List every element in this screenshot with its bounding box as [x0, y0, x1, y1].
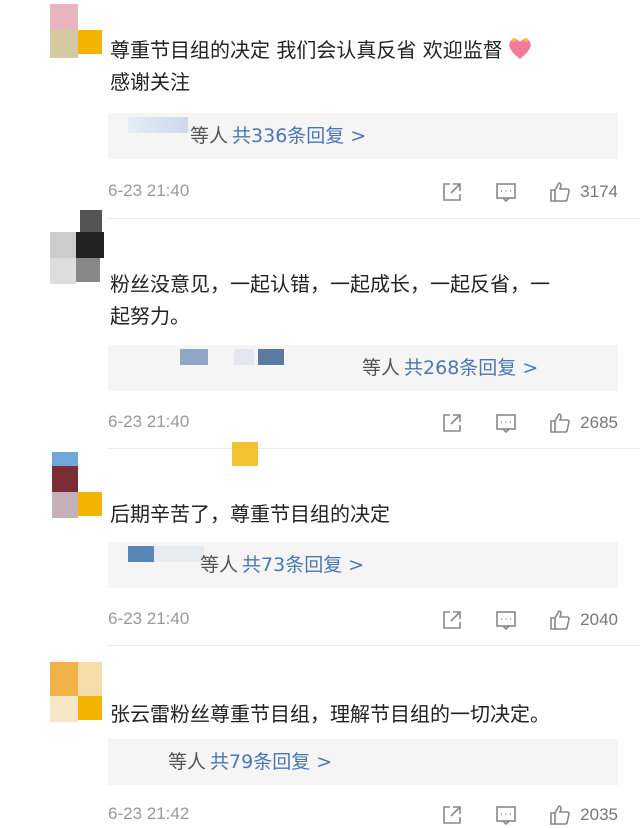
avatar[interactable]	[50, 4, 104, 58]
comment-text: 粉丝没意见，一起认错，一起成长，一起反省，一 起努力。	[110, 272, 550, 328]
decoration	[232, 442, 258, 466]
reply-summary[interactable]: 等人 共268条回复 >	[108, 345, 618, 391]
reply-count-link[interactable]: 共268条回复 >	[404, 357, 538, 379]
verified-badge-icon	[78, 30, 102, 54]
timestamp: 6-23 21:40	[108, 181, 190, 200]
reply-summary[interactable]: 等人 共79条回复 >	[108, 739, 618, 785]
comment-meta: 6-23 21:40 2040	[108, 607, 618, 633]
comment-icon[interactable]	[494, 608, 518, 632]
comment-text: 后期辛苦了，尊重节目组的决定	[110, 502, 390, 526]
timestamp: 6-23 21:40	[108, 609, 190, 628]
like-icon[interactable]	[548, 411, 572, 435]
divider	[108, 218, 640, 219]
comment-text: 尊重节目组的决定 我们会认真反省 欢迎监督 感谢关注	[110, 34, 622, 98]
like-count: 3174	[580, 182, 618, 201]
verified-badge-icon	[78, 696, 102, 720]
like-count: 2035	[580, 805, 618, 824]
reply-count-link[interactable]: 共73条回复 >	[242, 554, 364, 576]
share-icon[interactable]	[440, 180, 464, 204]
like-icon[interactable]	[548, 608, 572, 632]
comment-icon[interactable]	[494, 180, 518, 204]
avatar[interactable]	[50, 662, 104, 722]
share-icon[interactable]	[440, 608, 464, 632]
like-count: 2040	[580, 610, 618, 629]
reply-summary[interactable]: 等人 共73条回复 >	[108, 542, 618, 588]
like-count: 2685	[580, 413, 618, 432]
timestamp: 6-23 21:42	[108, 804, 190, 823]
reply-people: 等人	[190, 125, 229, 147]
comment-meta: 6-23 21:42 2035	[108, 802, 618, 828]
divider	[108, 645, 640, 646]
verified-badge-icon	[78, 492, 102, 516]
reply-summary[interactable]: 等人 共336条回复 >	[108, 113, 618, 159]
avatar[interactable]	[50, 210, 104, 284]
comment-icon[interactable]	[494, 411, 518, 435]
reply-count-link[interactable]: 共79条回复 >	[210, 751, 332, 773]
comment-meta: 6-23 21:40 2685	[108, 410, 618, 436]
like-icon[interactable]	[548, 803, 572, 827]
timestamp: 6-23 21:40	[108, 412, 190, 431]
like-icon[interactable]	[548, 180, 572, 204]
heart-emoji-icon	[509, 38, 531, 59]
reply-people: 等人	[168, 751, 207, 773]
share-icon[interactable]	[440, 803, 464, 827]
divider	[108, 448, 640, 449]
reply-people: 等人	[362, 357, 401, 379]
comment-icon[interactable]	[494, 803, 518, 827]
reply-people: 等人	[200, 554, 239, 576]
comment-text: 张云雷粉丝尊重节目组，理解节目组的一切决定。	[110, 702, 550, 726]
comment-meta: 6-23 21:40 3174	[108, 179, 618, 205]
reply-count-link[interactable]: 共336条回复 >	[232, 125, 366, 147]
avatar[interactable]	[50, 452, 104, 518]
share-icon[interactable]	[440, 411, 464, 435]
